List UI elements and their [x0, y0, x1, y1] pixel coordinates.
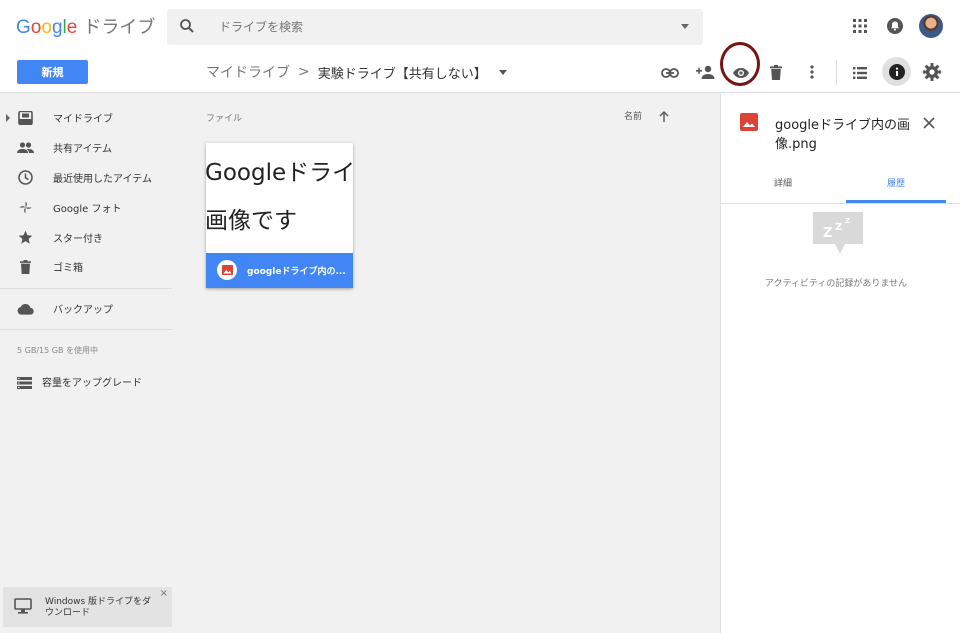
search-box[interactable]	[167, 9, 703, 45]
sidebar-item-label: バックアップ	[53, 304, 113, 316]
no-activity-message: アクティビティの記録がありません	[764, 279, 908, 289]
svg-text:Z: Z	[823, 226, 832, 241]
google-drive-logo[interactable]: Google ドライブ	[16, 13, 155, 39]
trash-icon[interactable]	[766, 62, 786, 82]
file-thumbnail: Googleドライブ内の 画像です	[206, 143, 353, 253]
logo-letter: g	[51, 17, 63, 38]
preview-eye-icon[interactable]	[731, 63, 751, 83]
logo-letter: o	[41, 17, 52, 38]
search-icon[interactable]	[179, 18, 195, 38]
sort-by-name-label[interactable]: 名前	[624, 109, 642, 122]
star-icon	[17, 229, 34, 246]
sidebar-item-label: 最近使用したアイテム	[53, 173, 152, 185]
upgrade-storage-label: 容量をアップグレード	[42, 378, 142, 389]
trash-icon	[17, 258, 34, 275]
sidebar-item-label: Google フォト	[53, 203, 122, 215]
cloud-icon	[17, 300, 34, 317]
sidebar-divider	[0, 329, 172, 330]
search-input[interactable]	[219, 17, 619, 37]
tab-activity[interactable]: 履歴	[846, 173, 946, 203]
share-add-person-icon[interactable]	[695, 62, 717, 82]
get-link-icon[interactable]	[660, 63, 680, 83]
image-file-icon	[217, 260, 237, 280]
panel-file-title: googleドライブ内の画像.png	[775, 118, 911, 152]
sidebar-item-recent[interactable]: 最近使用したアイテム	[0, 162, 172, 192]
notifications-icon[interactable]	[885, 16, 905, 36]
sort-ascending-arrow-icon[interactable]	[659, 107, 669, 126]
list-view-icon[interactable]	[850, 63, 870, 83]
folder-menu-chevron-down-icon[interactable]	[498, 69, 507, 75]
tab-divider	[721, 203, 960, 204]
sidebar-item-label: スター付き	[53, 233, 103, 245]
sidebar-item-label: マイドライブ	[53, 113, 113, 125]
breadcrumb-current-folder[interactable]: 実験ドライブ【共有しない】	[318, 63, 487, 82]
files-section-label: ファイル	[206, 114, 243, 124]
breadcrumb-separator: >	[298, 64, 310, 80]
svg-text:Z: Z	[835, 222, 842, 233]
drive-icon	[17, 109, 34, 126]
sidebar-item-shared[interactable]: 共有アイテム	[0, 132, 172, 162]
svg-text:Z: Z	[845, 217, 850, 225]
settings-gear-icon[interactable]	[922, 62, 942, 82]
close-icon[interactable]: ×	[160, 588, 168, 599]
sidebar-item-label: ゴミ箱	[53, 262, 83, 274]
new-button[interactable]: 新規	[17, 60, 88, 84]
sidebar-item-starred[interactable]: スター付き	[0, 222, 172, 252]
more-actions-icon[interactable]	[802, 62, 822, 82]
sidebar-divider	[0, 288, 172, 289]
top-bar: Google ドライブ	[0, 0, 960, 52]
download-drive-for-windows[interactable]: Windows 版ドライブをダウンロード ×	[3, 587, 172, 627]
sidebar-item-google-photos[interactable]: Google フォト	[0, 192, 172, 222]
logo-letter: G	[16, 17, 31, 38]
file-card[interactable]: Googleドライブ内の 画像です googleドライブ内の...	[206, 143, 353, 288]
sidebar-item-label: 共有アイテム	[53, 143, 112, 155]
logo-product-name: ドライブ	[83, 17, 156, 37]
apps-grid-icon[interactable]	[851, 17, 869, 35]
details-panel: googleドライブ内の画像.png 詳細 履歴 ZZZ アクティビティの記録が…	[720, 93, 960, 633]
logo-letter: o	[30, 17, 42, 38]
file-name: googleドライブ内の...	[247, 267, 346, 277]
people-icon	[17, 139, 34, 156]
account-avatar[interactable]	[919, 14, 943, 38]
clock-icon	[17, 169, 34, 186]
download-drive-label: Windows 版ドライブをダウンロード	[45, 597, 152, 618]
storage-usage-text: 5 GB/15 GB を使用中	[17, 346, 98, 355]
image-file-icon	[740, 113, 758, 135]
tab-details[interactable]: 詳細	[733, 173, 833, 203]
sidebar-item-backup[interactable]: バックアップ	[0, 293, 172, 323]
file-list-area: ファイル 名前 Googleドライブ内の 画像です googleドライブ内の..…	[196, 93, 720, 633]
upgrade-storage-link[interactable]: 容量をアップグレード	[0, 367, 172, 393]
file-name-bar: googleドライブ内の...	[206, 253, 353, 288]
breadcrumb-root[interactable]: マイドライブ	[206, 62, 290, 82]
search-options-dropdown-icon[interactable]	[681, 24, 689, 29]
thumbnail-text-line: 画像です	[206, 208, 297, 234]
breadcrumb: マイドライブ > 実験ドライブ【共有しない】	[206, 62, 507, 82]
close-icon[interactable]	[923, 114, 935, 133]
toolbar: 新規 マイドライブ > 実験ドライブ【共有しない】	[0, 52, 960, 93]
computer-monitor-icon	[14, 598, 32, 618]
logo-letter: e	[66, 17, 78, 38]
expand-arrow-icon[interactable]	[6, 114, 10, 122]
no-activity-sleep-icon: ZZZ	[811, 210, 865, 260]
sidebar-item-my-drive[interactable]: マイドライブ	[0, 102, 172, 132]
pinwheel-icon	[17, 199, 34, 216]
toolbar-divider	[836, 60, 837, 85]
sidebar: マイドライブ 共有アイテム 最近使用したアイテム Google フォト スター付…	[0, 93, 196, 633]
sidebar-item-trash[interactable]: ゴミ箱	[0, 251, 172, 281]
storage-icon	[17, 374, 32, 393]
thumbnail-text-line: Googleドライブ内の	[206, 160, 353, 186]
view-details-info-icon[interactable]	[882, 57, 911, 86]
